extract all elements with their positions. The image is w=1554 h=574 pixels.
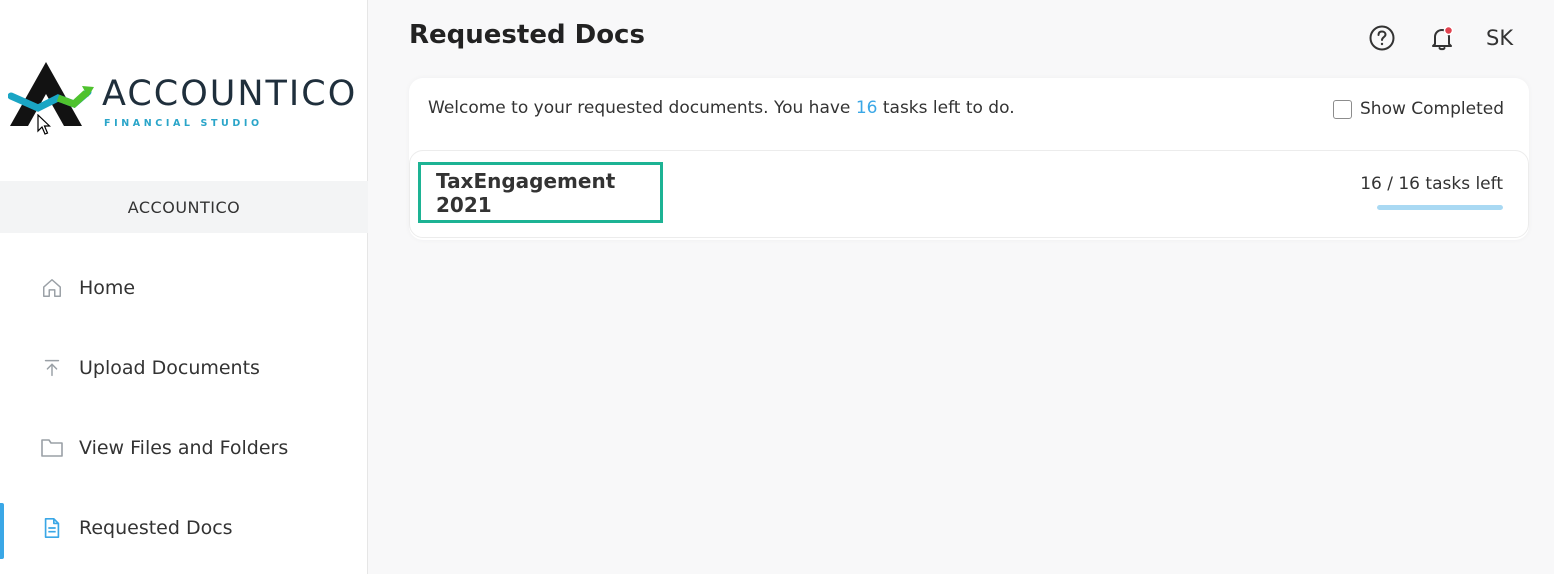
brand-logo[interactable]: ACCOUNTICO FINANCIAL STUDIO [8, 60, 358, 134]
engagement-progress-fill [1377, 205, 1503, 210]
welcome-suffix: tasks left to do. [877, 98, 1015, 118]
sidebar-item-label: Upload Documents [79, 357, 260, 379]
show-completed-label: Show Completed [1360, 99, 1504, 119]
logo-mark-icon [8, 62, 94, 126]
sidebar-item-label: View Files and Folders [79, 437, 289, 459]
show-completed-toggle[interactable]: Show Completed [1333, 99, 1504, 119]
engagement-title[interactable]: TaxEngagement 2021 [418, 162, 663, 223]
sidebar-item-label: Home [79, 277, 136, 299]
document-icon [40, 516, 64, 540]
help-circle-icon[interactable] [1368, 24, 1396, 52]
brand-name: ACCOUNTICO [102, 74, 358, 114]
sidebar-item-view-files-and-folders[interactable]: View Files and Folders [0, 423, 368, 473]
welcome-message: Welcome to your requested documents. You… [428, 98, 1015, 118]
show-completed-checkbox[interactable] [1333, 99, 1352, 119]
requested-docs-card: Welcome to your requested documents. You… [409, 78, 1529, 240]
sidebar: ACCOUNTICO FINANCIAL STUDIO ACCOUNTICO H… [0, 0, 368, 574]
user-avatar[interactable]: SK [1486, 26, 1513, 50]
folder-icon [40, 436, 64, 460]
sidebar-item-upload-documents[interactable]: Upload Documents [0, 343, 368, 393]
home-icon [40, 276, 64, 300]
tasks-count: 16 [855, 98, 878, 118]
page-title: Requested Docs [409, 20, 645, 50]
engagement-progress-text: 16 / 16 tasks left [1360, 174, 1503, 194]
sidebar-item-home[interactable]: Home [0, 263, 368, 313]
engagement-progress-bar [1377, 205, 1503, 210]
mouse-cursor-icon [37, 114, 51, 135]
welcome-prefix: Welcome to your requested documents. You… [428, 98, 856, 118]
upload-icon [40, 356, 64, 380]
sidebar-item-label: Requested Docs [79, 517, 233, 539]
organization-name: ACCOUNTICO [0, 181, 368, 233]
brand-tagline: FINANCIAL STUDIO [104, 118, 263, 129]
engagement-row[interactable]: TaxEngagement 2021 16 / 16 tasks left [409, 150, 1529, 238]
bell-icon[interactable] [1428, 24, 1456, 52]
sidebar-item-requested-docs[interactable]: Requested Docs [0, 503, 368, 559]
